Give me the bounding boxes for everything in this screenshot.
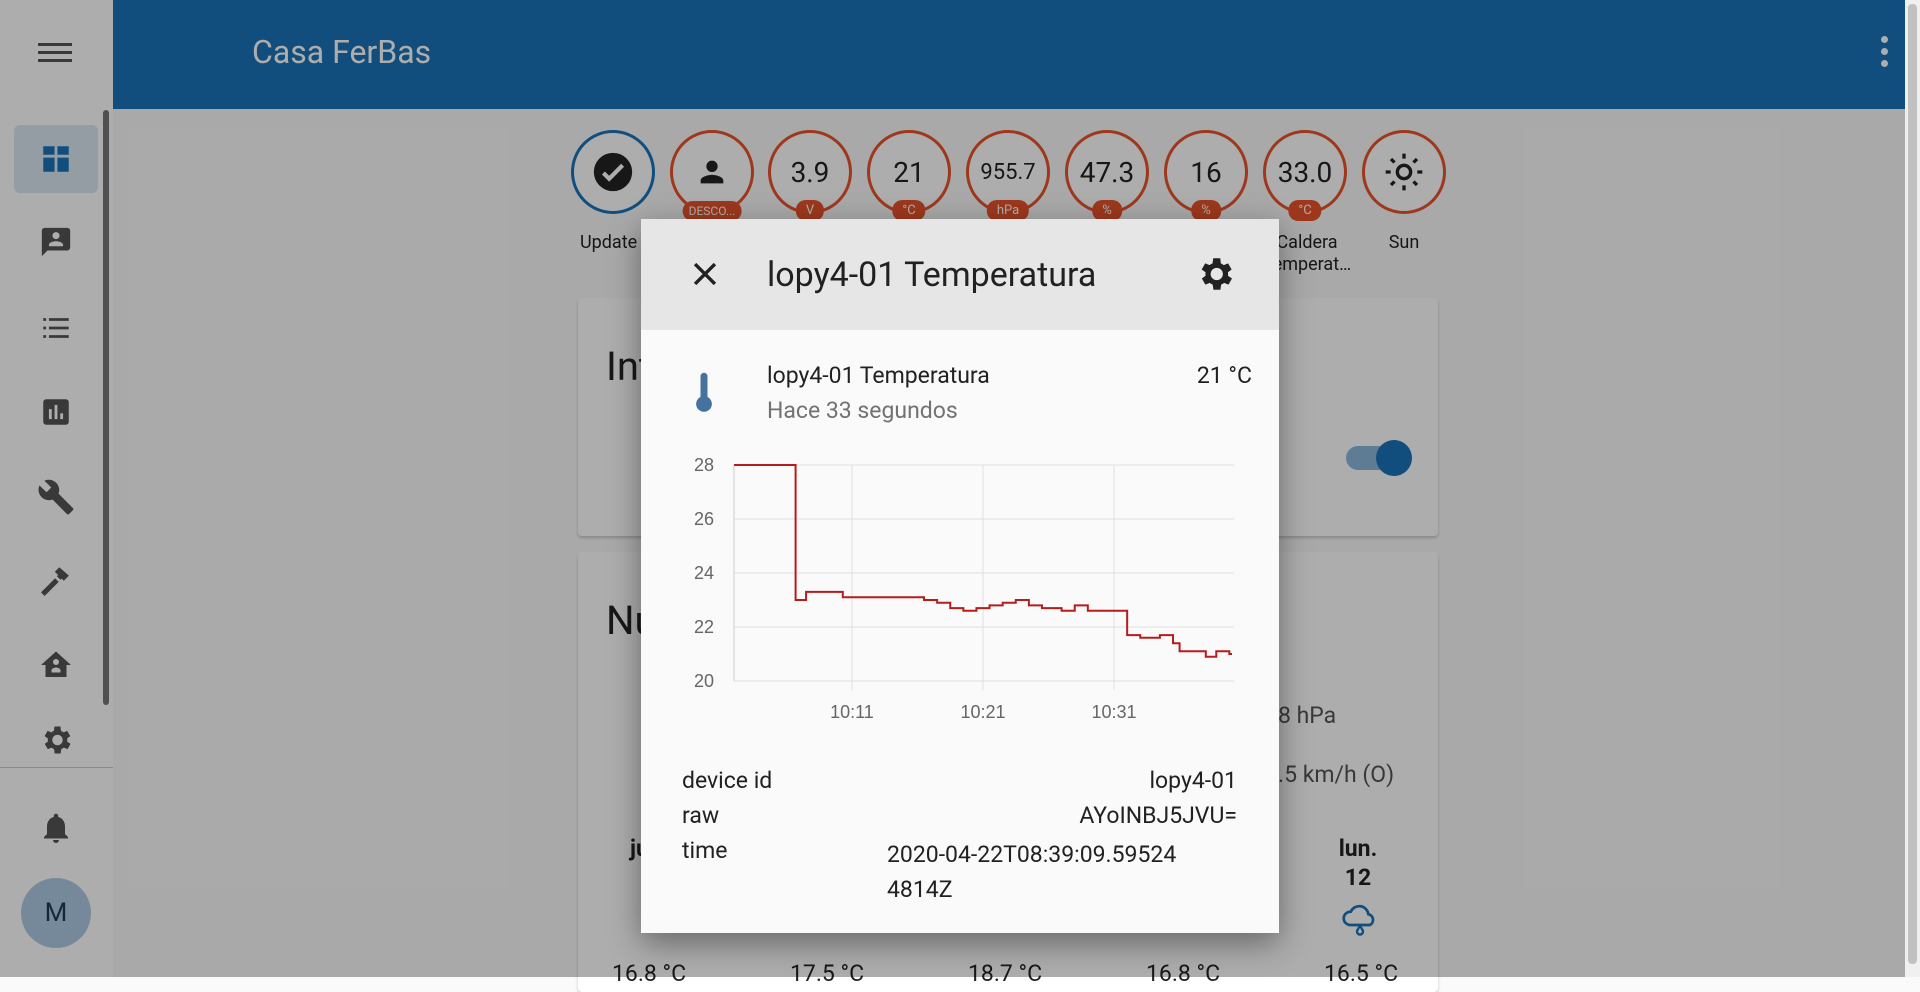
- gear-icon[interactable]: [1194, 253, 1236, 295]
- y-tick-label: 20: [694, 671, 714, 691]
- entity-state: 21 °C: [1196, 362, 1252, 389]
- close-icon[interactable]: [688, 257, 722, 291]
- attribute-value: lopy4-01: [1149, 767, 1237, 794]
- dialog-header: lopy4-01 Temperatura: [641, 219, 1279, 330]
- history-chart[interactable]: 20 22 24 26 28 10:11 10:21 10:31: [641, 439, 1279, 739]
- entity-name: lopy4-01 Temperatura: [767, 362, 990, 389]
- y-tick-label: 22: [694, 617, 714, 637]
- attribute-key: raw: [682, 802, 720, 829]
- dialog-title: lopy4-01 Temperatura: [767, 255, 1097, 295]
- x-tick-label: 10:21: [960, 702, 1005, 722]
- attribute-key: time: [682, 837, 728, 864]
- page-scrollbar[interactable]: [1905, 0, 1920, 977]
- attribute-value: 2020-04-22T08:39:09.595244814Z: [887, 841, 1177, 903]
- x-tick-label: 10:31: [1092, 702, 1137, 722]
- attribute-key: device id: [682, 767, 773, 794]
- y-tick-label: 26: [694, 509, 714, 529]
- y-tick-label: 24: [694, 563, 714, 583]
- y-tick-label: 28: [694, 455, 714, 475]
- x-tick-label: 10:11: [830, 702, 874, 722]
- thermometer-icon: [696, 372, 712, 412]
- attribute-value: AYoINBJ5JVU=: [1079, 802, 1237, 829]
- last-changed: Hace 33 segundos: [767, 397, 958, 424]
- more-info-dialog: lopy4-01 Temperatura lopy4-01 Temperatur…: [641, 219, 1279, 933]
